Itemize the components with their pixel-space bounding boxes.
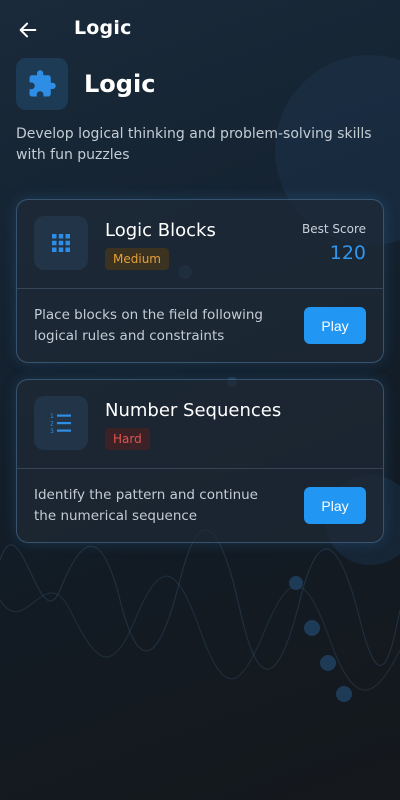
category-icon-box bbox=[16, 58, 68, 110]
category-description: Develop logical thinking and problem-sol… bbox=[16, 126, 372, 163]
game-icon-box bbox=[34, 216, 88, 270]
play-button[interactable]: Play bbox=[304, 487, 366, 524]
game-card-number-sequences[interactable]: 1 2 3 Number Sequences Hard Identify the… bbox=[16, 379, 384, 543]
app-bar: Logic bbox=[0, 0, 400, 60]
category-header: Logic bbox=[16, 58, 155, 110]
best-score-label: Best Score bbox=[302, 222, 366, 236]
svg-text:3: 3 bbox=[50, 428, 54, 435]
svg-text:1: 1 bbox=[50, 413, 54, 420]
difficulty-badge: Medium bbox=[105, 248, 169, 270]
best-score-value: 120 bbox=[329, 242, 366, 264]
svg-text:2: 2 bbox=[50, 421, 54, 428]
game-title: Number Sequences bbox=[105, 400, 282, 421]
arrow-left-icon bbox=[19, 22, 37, 38]
play-button[interactable]: Play bbox=[304, 307, 366, 344]
game-card-logic-blocks[interactable]: Logic Blocks Medium Best Score 120 Place… bbox=[16, 199, 384, 363]
game-description: Place blocks on the field following logi… bbox=[34, 307, 263, 344]
game-description: Identify the pattern and continue the nu… bbox=[34, 487, 258, 524]
difficulty-badge: Hard bbox=[105, 428, 150, 450]
grid-icon bbox=[52, 234, 70, 252]
numbered-list-icon: 1 2 3 bbox=[50, 413, 71, 435]
back-button[interactable] bbox=[14, 16, 42, 44]
game-icon-box: 1 2 3 bbox=[34, 396, 88, 450]
app-bar-title: Logic bbox=[74, 17, 132, 39]
game-title: Logic Blocks bbox=[105, 220, 216, 241]
puzzle-icon bbox=[29, 70, 56, 97]
category-title: Logic bbox=[84, 70, 156, 98]
